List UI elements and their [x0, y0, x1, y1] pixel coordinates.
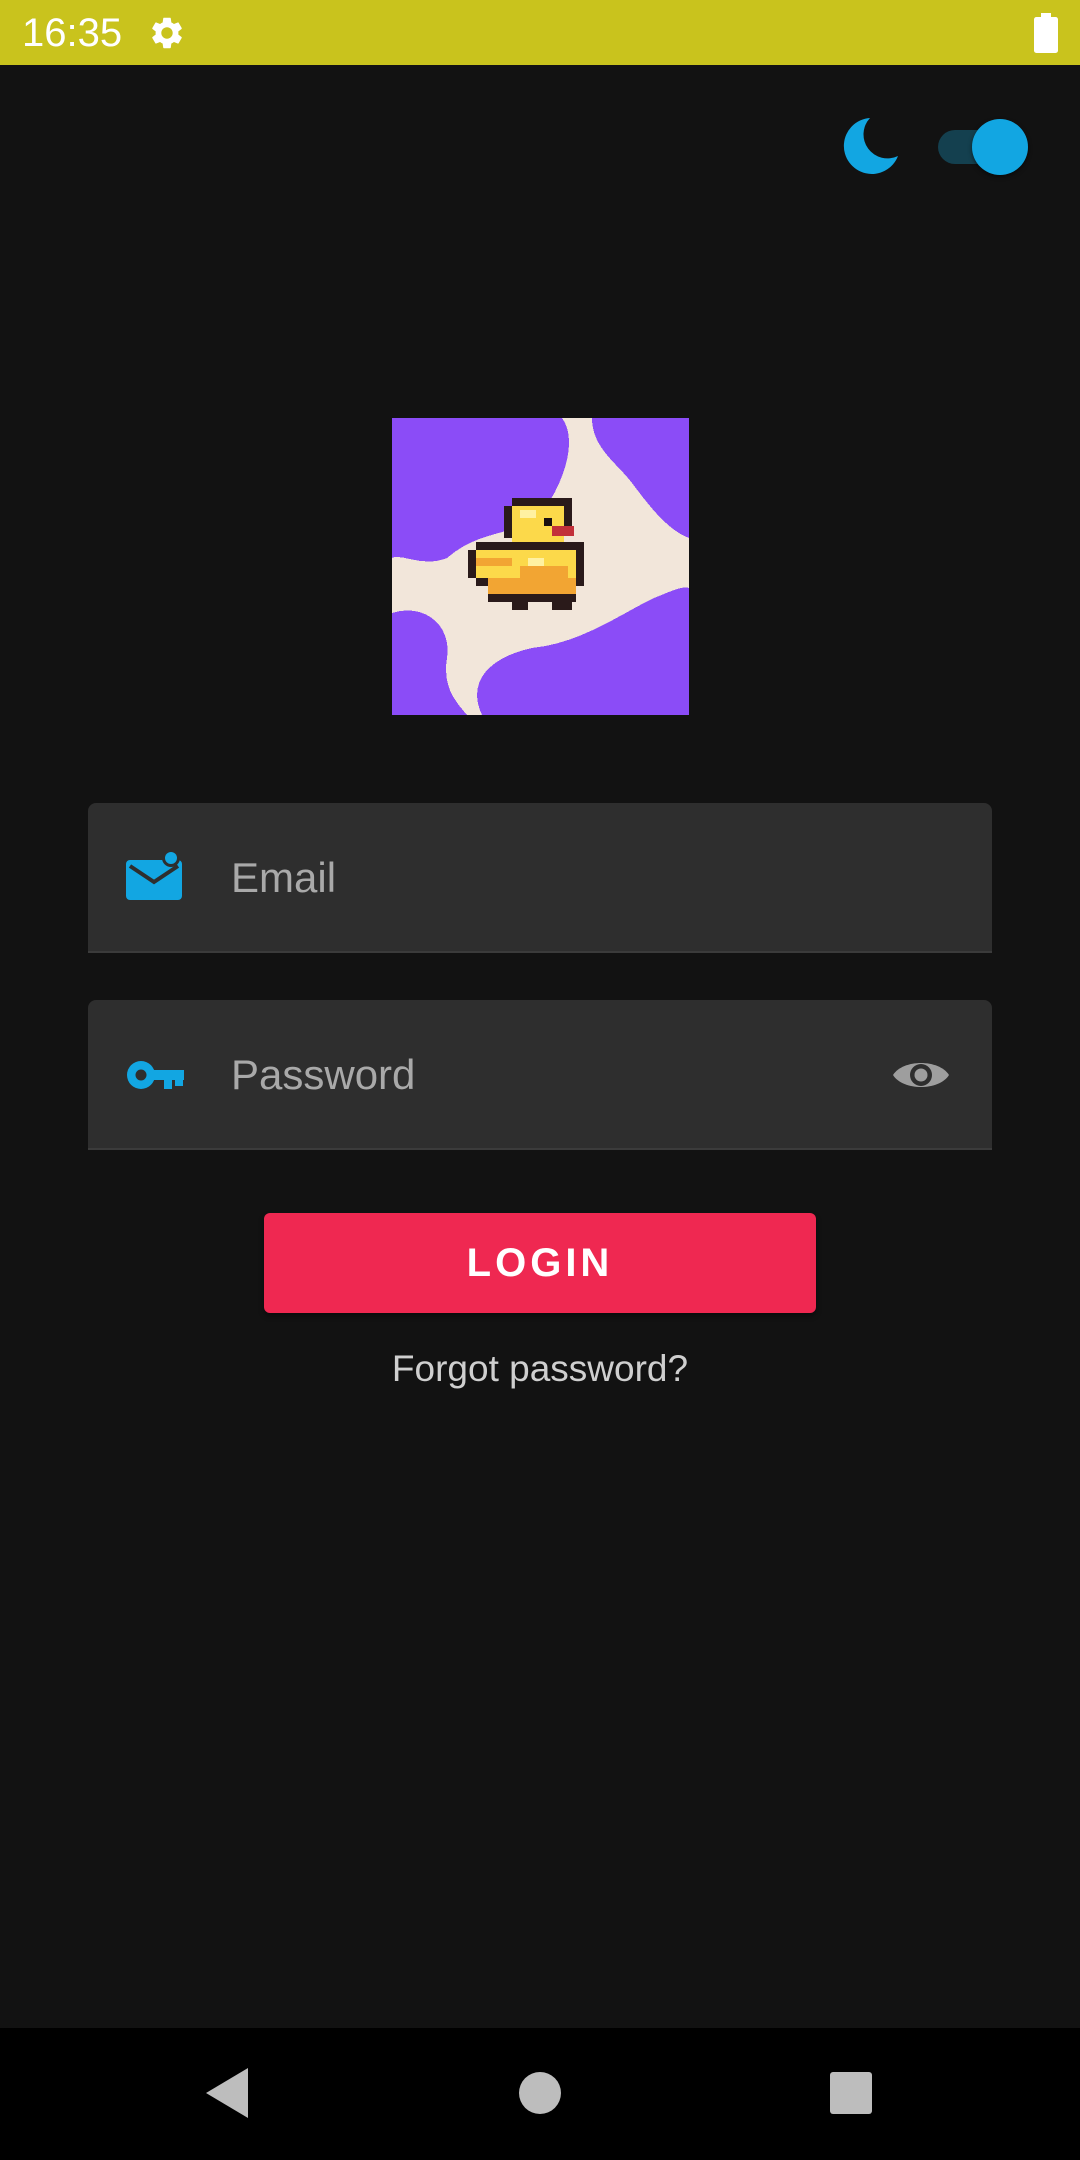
email-field-container[interactable]: [88, 803, 992, 953]
dark-mode-switch[interactable]: [936, 119, 1028, 175]
moon-icon[interactable]: [840, 114, 904, 178]
status-time: 16:35: [22, 11, 123, 55]
forgot-password-link[interactable]: Forgot password?: [0, 1345, 1080, 1393]
password-field-container[interactable]: [88, 1000, 992, 1150]
eye-icon[interactable]: [891, 1045, 951, 1105]
back-icon[interactable]: [204, 2066, 250, 2120]
status-bar: 16:35: [0, 0, 1080, 65]
battery-icon: [1034, 13, 1058, 53]
password-input[interactable]: [231, 1040, 891, 1110]
email-input[interactable]: [231, 843, 891, 913]
home-icon[interactable]: [519, 2072, 561, 2114]
switch-thumb: [972, 119, 1028, 175]
key-icon: [127, 1061, 184, 1089]
pixel-duck-logo: [392, 418, 689, 715]
login-button[interactable]: LOGIN: [264, 1213, 816, 1313]
recents-icon[interactable]: [830, 2072, 872, 2114]
gear-icon: [152, 17, 182, 49]
mail-icon: [126, 849, 182, 900]
navigation-bar: [0, 2028, 1080, 2160]
